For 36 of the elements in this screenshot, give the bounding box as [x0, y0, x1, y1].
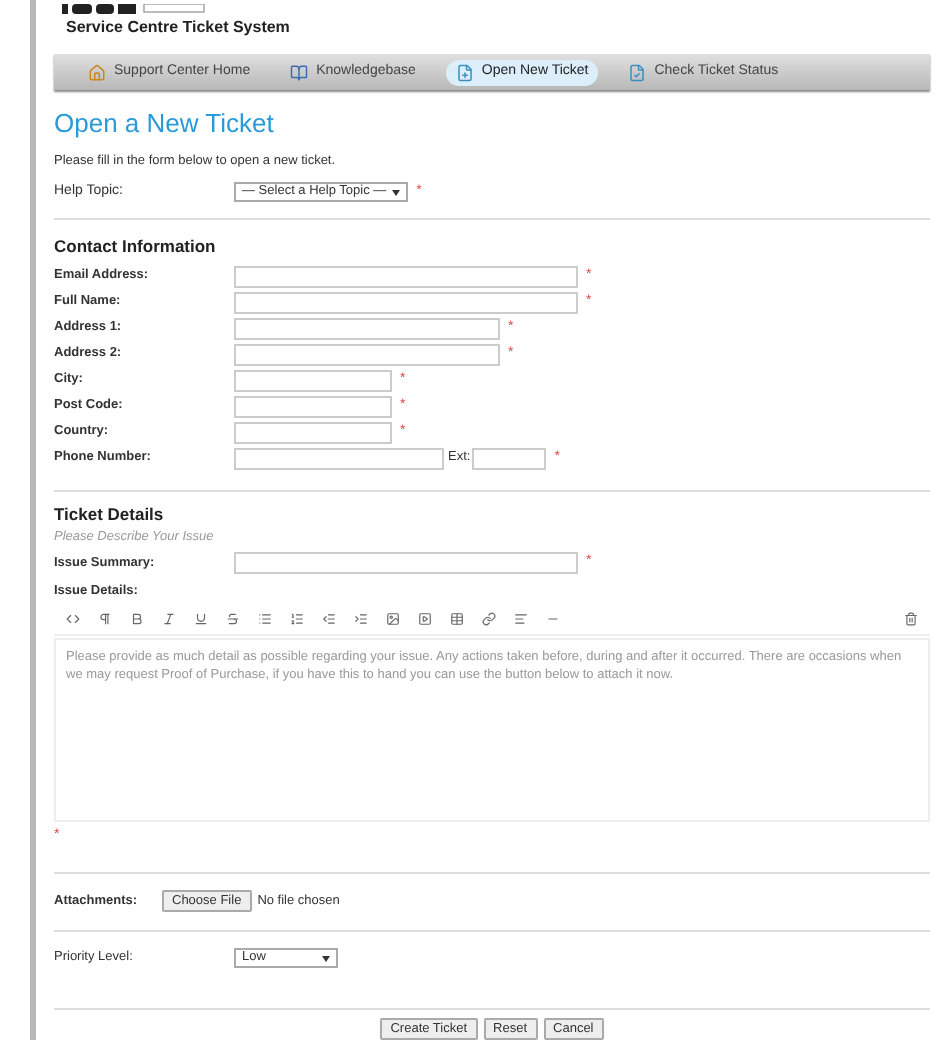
underline-icon-button[interactable] [194, 612, 208, 627]
trash-icon-button[interactable] [904, 612, 918, 627]
italic-icon-button[interactable] [162, 612, 176, 627]
new-icon [455, 63, 474, 81]
home-icon [88, 63, 106, 81]
page-title: Open a New Ticket [54, 106, 276, 142]
extension-field[interactable] [472, 447, 547, 469]
status-icon [628, 63, 647, 81]
bold-icon-button[interactable] [130, 612, 144, 627]
strikethrough-icon-button[interactable] [226, 612, 240, 627]
numbered-list-icon-button[interactable] [290, 612, 304, 627]
table-icon-button[interactable] [450, 612, 464, 627]
image-icon-button[interactable] [386, 612, 400, 627]
text-field[interactable] [234, 552, 578, 574]
dropdown-icon [322, 955, 330, 962]
indent-icon-button[interactable] [354, 612, 368, 627]
site-subtitle: Service Centre Ticket System [66, 16, 292, 40]
text-field[interactable] [234, 369, 392, 391]
dropdown-icon [392, 189, 401, 196]
paragraph-icon-button[interactable] [98, 612, 112, 627]
text-field[interactable] [234, 317, 500, 339]
section-heading: Ticket Details [54, 502, 166, 528]
outdent-icon-button[interactable] [322, 612, 336, 627]
bullet-list-icon-button[interactable] [258, 612, 272, 627]
text-field[interactable] [234, 291, 578, 313]
section-heading: Contact Information [54, 234, 218, 260]
book-icon [290, 63, 309, 81]
text-field[interactable] [234, 421, 392, 443]
video-icon-button[interactable] [418, 612, 432, 627]
text-field[interactable] [234, 265, 578, 287]
align-left-icon-button[interactable] [514, 612, 528, 627]
link-icon-button[interactable] [482, 612, 496, 627]
text-field[interactable] [234, 447, 444, 469]
text-field[interactable] [234, 395, 392, 417]
text-field[interactable] [234, 343, 500, 365]
code-icon-button[interactable] [66, 612, 80, 627]
